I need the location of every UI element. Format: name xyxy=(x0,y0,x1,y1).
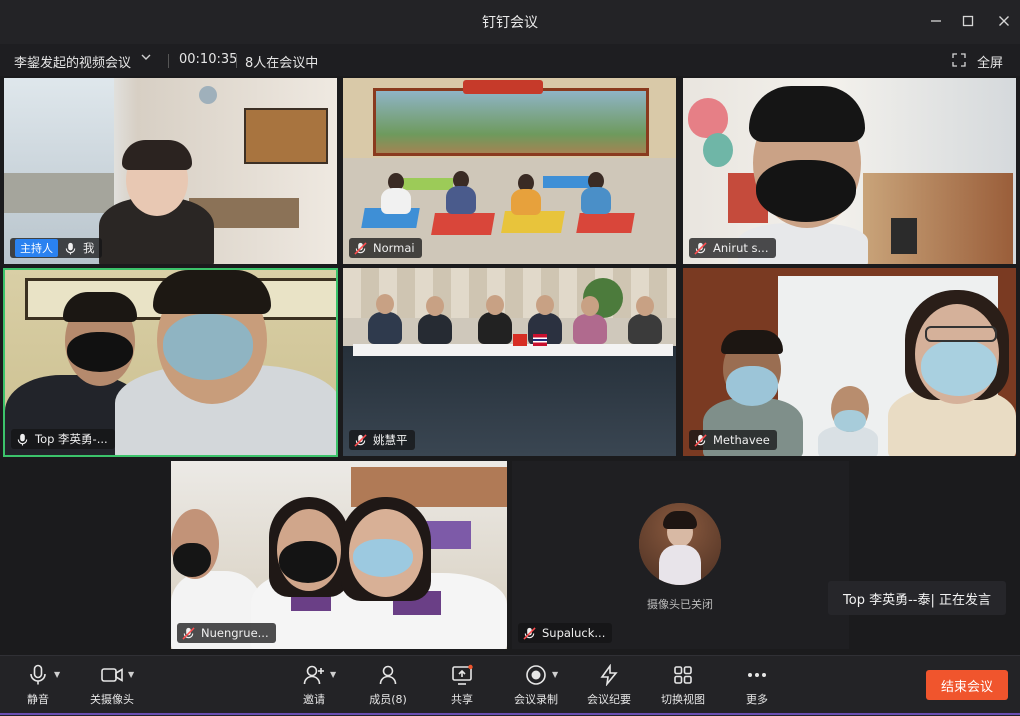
tile-label: Nuengrue... xyxy=(177,623,276,643)
close-icon[interactable] xyxy=(990,10,1018,34)
participants-count[interactable]: 8人在会议中 xyxy=(245,52,318,71)
meeting-name[interactable]: 李鋆发起的视频会议 xyxy=(14,52,131,71)
chevron-down-icon[interactable]: ▼ xyxy=(54,670,60,679)
video-tile-anirut[interactable]: Anirut s... xyxy=(683,78,1016,264)
host-badge: 主持人 xyxy=(15,239,58,257)
avatar xyxy=(639,503,721,585)
microphone-muted-icon xyxy=(694,241,707,255)
microphone-icon xyxy=(65,242,76,255)
participant-name: Top 李英勇-... xyxy=(35,432,108,446)
camera-off-button[interactable]: 关摄像头 ▼ xyxy=(88,664,136,707)
camera-off-text: 摄像头已关闭 xyxy=(647,598,713,611)
minimize-icon[interactable] xyxy=(922,10,950,34)
participant-name: 我 xyxy=(83,241,95,255)
tile-label: Methavee xyxy=(689,430,777,450)
microphone-muted-icon xyxy=(354,433,367,447)
fullscreen-button[interactable]: 全屏 xyxy=(977,52,1003,71)
tile-label: Normai xyxy=(349,238,422,258)
tile-label: Anirut s... xyxy=(689,238,776,258)
chevron-down-icon[interactable] xyxy=(140,51,152,67)
microphone-muted-icon xyxy=(694,433,707,447)
video-camera-icon xyxy=(101,668,123,682)
record-button[interactable]: 会议录制 ▼ xyxy=(512,664,560,707)
invite-button[interactable]: 邀请 ▼ xyxy=(300,664,336,707)
participant-name: Methavee xyxy=(713,433,770,447)
speaking-indicator: Top 李英勇--泰| 正在发言 xyxy=(828,581,1006,615)
video-tile-yao[interactable]: 姚慧平 xyxy=(343,268,676,456)
participant-name: Nuengrue... xyxy=(201,626,269,640)
add-user-icon xyxy=(303,665,324,685)
microphone-muted-icon xyxy=(523,626,536,640)
tile-label: Supaluck... xyxy=(518,623,613,643)
video-tile-top-speaking[interactable]: Top 李英勇-... xyxy=(3,268,338,457)
tile-label: 主持人 我 xyxy=(10,238,102,258)
microphone-icon xyxy=(30,664,46,685)
microphone-muted-icon xyxy=(182,626,195,640)
end-meeting-button[interactable]: 结束会议 xyxy=(926,670,1008,700)
title-bar: 钉钉会议 xyxy=(0,0,1020,45)
microphone-icon xyxy=(17,433,28,446)
mute-button[interactable]: 静音 ▼ xyxy=(22,664,60,707)
bottom-toolbar: 静音 ▼ 关摄像头 ▼ 邀请 ▼ 成员(8) 共享 会议录制 ▼ 会议纪要 切换… xyxy=(0,655,1020,716)
participant-name: Anirut s... xyxy=(713,241,769,255)
meeting-timer: 00:10:35 xyxy=(179,52,238,67)
microphone-muted-icon xyxy=(354,241,367,255)
tile-label: Top 李英勇-... xyxy=(11,429,115,449)
more-dots-icon xyxy=(748,673,766,677)
video-tile-host[interactable]: 主持人 我 xyxy=(4,78,337,264)
video-tile-methavee[interactable]: Methavee xyxy=(683,268,1016,456)
chevron-down-icon[interactable]: ▼ xyxy=(330,670,336,679)
members-button[interactable]: 成员(8) xyxy=(366,664,410,707)
share-screen-icon xyxy=(452,664,473,685)
record-icon xyxy=(526,665,546,685)
chevron-down-icon[interactable]: ▼ xyxy=(128,670,134,679)
user-icon xyxy=(379,665,397,685)
divider xyxy=(236,54,237,68)
switch-view-button[interactable]: 切换视图 xyxy=(659,664,707,707)
fullscreen-icon[interactable] xyxy=(952,52,966,67)
video-tile-normai[interactable]: Normai xyxy=(343,78,676,264)
video-tile-nuengrue[interactable]: Nuengrue... xyxy=(171,461,507,649)
participant-name: Supaluck... xyxy=(542,626,606,640)
participant-name: Normai xyxy=(373,241,415,255)
minutes-button[interactable]: 会议纪要 xyxy=(585,664,633,707)
divider xyxy=(168,54,169,68)
tile-label: 姚慧平 xyxy=(349,430,415,450)
window-title: 钉钉会议 xyxy=(482,15,538,31)
meeting-info-bar: 李鋆发起的视频会议 00:10:35 8人在会议中 全屏 xyxy=(0,44,1020,76)
lightning-icon xyxy=(600,664,618,686)
maximize-icon[interactable] xyxy=(954,10,982,34)
participant-name: 姚慧平 xyxy=(373,433,408,447)
chevron-down-icon[interactable]: ▼ xyxy=(552,670,558,679)
grid-view-icon xyxy=(674,666,692,684)
share-button[interactable]: 共享 xyxy=(448,664,476,707)
more-button[interactable]: 更多 xyxy=(743,664,771,707)
